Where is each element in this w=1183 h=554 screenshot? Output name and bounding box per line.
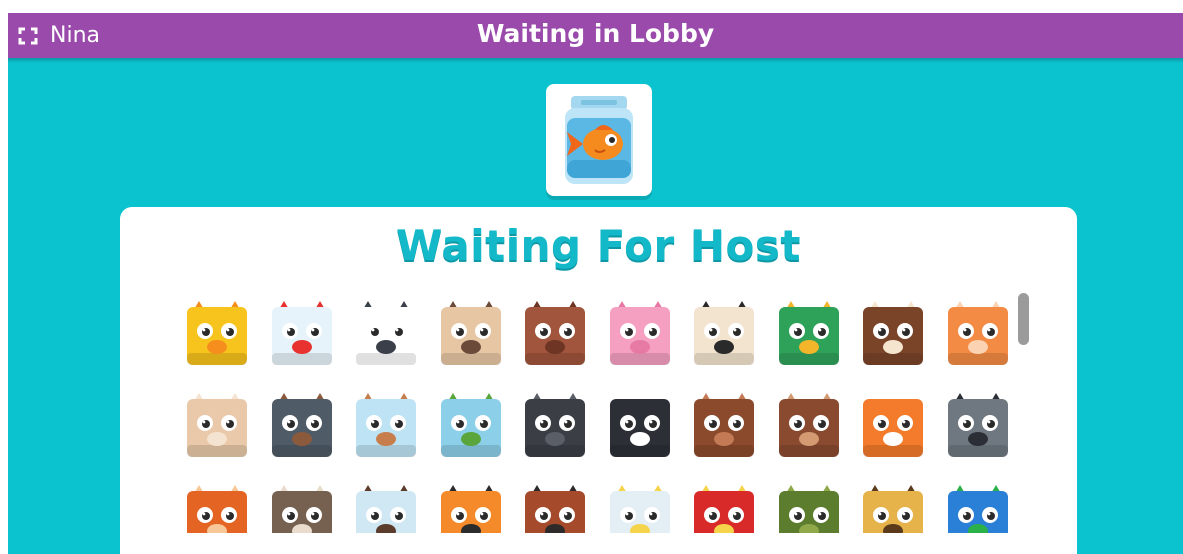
goat-icon <box>440 301 501 365</box>
blook-macaw[interactable] <box>946 485 1010 533</box>
blook-bear[interactable] <box>692 393 756 457</box>
cow-icon <box>356 301 416 365</box>
horse-icon <box>525 301 585 365</box>
blook-chick[interactable] <box>185 301 249 365</box>
duck-icon <box>778 301 839 365</box>
chick-icon <box>187 301 247 365</box>
top-bar-shadow <box>8 58 1183 63</box>
blook-grid <box>170 297 1020 533</box>
raccoon-icon <box>947 393 1008 457</box>
blook-moose[interactable] <box>777 393 841 457</box>
blook-cockatoo[interactable] <box>608 485 672 533</box>
scrollbar-thumb[interactable] <box>1018 293 1029 345</box>
jaguar-icon <box>863 485 923 533</box>
moose-icon <box>778 393 839 457</box>
page-title: Waiting in Lobby <box>476 19 715 48</box>
blook-orangutan[interactable] <box>523 485 587 533</box>
fox-icon <box>863 393 923 457</box>
panel-title: Waiting For Host <box>396 221 801 270</box>
blook-dog[interactable] <box>861 301 925 365</box>
blook-husky[interactable] <box>608 393 672 457</box>
blook-horse[interactable] <box>523 301 587 365</box>
blook-sheep[interactable] <box>692 301 756 365</box>
blook-fox[interactable] <box>861 393 925 457</box>
blook-pig[interactable] <box>608 301 672 365</box>
hamster-icon <box>356 393 416 457</box>
blook-cow[interactable] <box>354 301 418 365</box>
owl-icon <box>271 485 332 533</box>
parrot-icon <box>694 485 754 533</box>
tiger-icon <box>440 485 501 533</box>
sheep-icon <box>694 301 754 365</box>
cockatoo-icon <box>609 485 670 533</box>
game-lobby-screen: Nina Waiting in Lobby Waiting For Host <box>8 13 1183 554</box>
logo-icon <box>271 393 332 457</box>
blook-jaguar[interactable] <box>861 485 925 533</box>
blook-hamster[interactable] <box>354 393 418 457</box>
macaw-icon <box>947 485 1008 533</box>
black-cat-icon <box>525 393 585 457</box>
blook-goat[interactable] <box>439 301 503 365</box>
scrollbar[interactable] <box>1018 293 1029 543</box>
blook-bunny[interactable] <box>185 393 249 457</box>
turtle-icon <box>440 393 501 457</box>
blook-duck[interactable] <box>777 301 841 365</box>
blook-logo[interactable] <box>270 393 334 457</box>
blook-raccoon[interactable] <box>946 393 1010 457</box>
dog-icon <box>863 301 923 365</box>
bear-icon <box>694 393 754 457</box>
waiting-panel: Waiting For Host <box>120 207 1077 554</box>
orangutan-icon <box>525 485 585 533</box>
blook-turtle[interactable] <box>439 393 503 457</box>
selected-blook[interactable] <box>546 84 652 196</box>
anaconda-icon <box>778 485 839 533</box>
bunny-icon <box>187 393 247 457</box>
blook-chicken[interactable] <box>270 301 334 365</box>
blook-cat[interactable] <box>946 301 1010 365</box>
husky-icon <box>609 393 670 457</box>
hedgehog-icon <box>356 485 416 533</box>
blook-squirrel[interactable] <box>185 485 249 533</box>
blook-hedgehog[interactable] <box>354 485 418 533</box>
squirrel-icon <box>187 485 247 533</box>
blook-black-cat[interactable] <box>523 393 587 457</box>
blook-tiger[interactable] <box>439 485 503 533</box>
top-bar: Nina Waiting in Lobby <box>8 13 1183 58</box>
blook-anaconda[interactable] <box>777 485 841 533</box>
goldfish-in-jar-icon <box>565 96 633 184</box>
pig-icon <box>609 301 670 365</box>
blook-parrot[interactable] <box>692 485 756 533</box>
blook-owl[interactable] <box>270 485 334 533</box>
chicken-icon <box>271 301 332 365</box>
cat-icon <box>947 301 1008 365</box>
